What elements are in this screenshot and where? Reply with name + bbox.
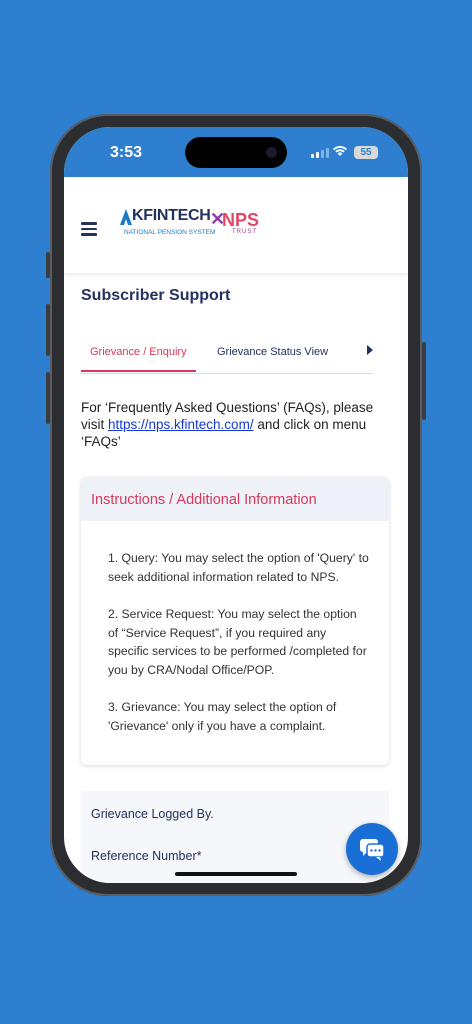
chat-button[interactable] bbox=[346, 823, 398, 875]
logo-tagline: NATIONAL PENSION SYSTEM bbox=[124, 229, 216, 236]
kfintech-mark-icon bbox=[120, 209, 132, 225]
reference-number-label: Reference Number* bbox=[91, 849, 202, 863]
grievance-logged-by-label: Grievance Logged By. bbox=[91, 807, 214, 821]
instructions-heading: Instructions / Additional Information bbox=[91, 492, 317, 508]
hamburger-icon[interactable] bbox=[81, 222, 97, 236]
instructions-list: 1. Query: You may select the option of '… bbox=[108, 549, 370, 754]
chat-icon bbox=[360, 839, 385, 861]
instructions-header: Instructions / Additional Information bbox=[81, 477, 389, 521]
camera-icon bbox=[266, 147, 277, 158]
status-time: 3:53 bbox=[110, 144, 143, 161]
faq-link[interactable]: https://nps.kfintech.com/ bbox=[108, 417, 254, 432]
chevron-right-icon[interactable] bbox=[367, 345, 373, 355]
home-indicator[interactable] bbox=[175, 872, 297, 876]
active-tab-indicator bbox=[81, 370, 196, 372]
page-title: Subscriber Support bbox=[81, 287, 231, 304]
dynamic-island bbox=[185, 137, 287, 168]
status-bar: 3:53 55 bbox=[64, 127, 408, 177]
tab-bar: Grievance / Enquiry Grievance Status Vie… bbox=[81, 343, 373, 374]
app-screen: 3:53 55 KFINTECH NATIONAL PENSION SYSTEM… bbox=[64, 127, 408, 883]
cellular-signal-icon bbox=[311, 148, 329, 158]
volume-up-button bbox=[46, 304, 50, 356]
grievance-form: Grievance Logged By. Reference Number* bbox=[81, 791, 389, 883]
mute-switch bbox=[46, 252, 50, 278]
app-header: KFINTECH NATIONAL PENSION SYSTEM ✕ NPS T… bbox=[64, 177, 408, 273]
logo-nps-text: NPS bbox=[222, 210, 260, 230]
tab-grievance-enquiry[interactable]: Grievance / Enquiry bbox=[90, 346, 187, 358]
instruction-item-query: 1. Query: You may select the option of '… bbox=[108, 551, 369, 584]
logo-kfintech-text: KFINTECH bbox=[132, 207, 211, 224]
volume-down-button bbox=[46, 372, 50, 424]
tab-grievance-status-view[interactable]: Grievance Status View bbox=[217, 346, 328, 358]
instruction-item-grievance: 3. Grievance: You may select the option … bbox=[108, 700, 337, 733]
faq-notice: For ‘Frequently Asked Questions’ (FAQs),… bbox=[81, 399, 381, 450]
logo-trust-text: TRUST bbox=[232, 229, 257, 235]
power-button bbox=[422, 342, 426, 420]
instruction-item-service-request: 2. Service Request: You may select the o… bbox=[108, 607, 367, 677]
battery-icon: 55 bbox=[354, 146, 378, 159]
wifi-icon bbox=[333, 146, 347, 156]
